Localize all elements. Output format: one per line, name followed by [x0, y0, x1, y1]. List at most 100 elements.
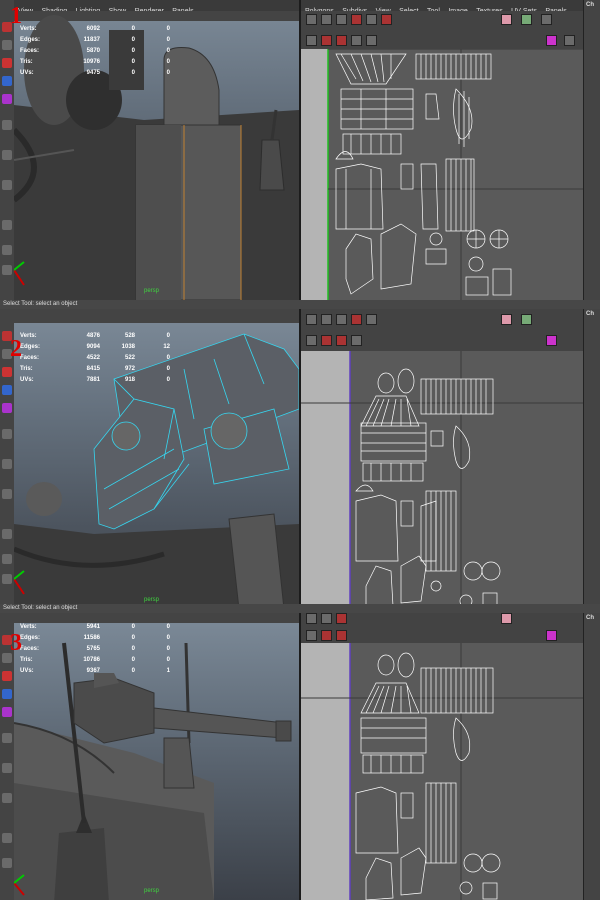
tool-icon[interactable]: [2, 793, 12, 803]
tool-icon[interactable]: [2, 763, 12, 773]
uv-tool-icon[interactable]: [306, 630, 317, 641]
tool-icon[interactable]: [2, 574, 12, 584]
panel-3: 3 Verts: 5941 0 0 Edges: 11586 0 0 Faces…: [0, 613, 600, 900]
uv-editor[interactable]: [301, 613, 584, 900]
uv-tool-icon[interactable]: [546, 630, 557, 641]
uv-tool-icon[interactable]: [546, 335, 557, 346]
uv-tool-icon[interactable]: [351, 35, 362, 46]
uv-layout: [301, 351, 584, 609]
uv-tool-icon[interactable]: [336, 35, 347, 46]
tool-icon[interactable]: [2, 150, 12, 160]
tool-icon[interactable]: [2, 220, 12, 230]
status-line: Select Tool: select an object: [0, 300, 600, 309]
move-icon[interactable]: [2, 671, 12, 681]
lasso-icon[interactable]: [2, 40, 12, 50]
uv-tool-icon[interactable]: [321, 335, 332, 346]
viewport[interactable]: View Shading Lighting Show Renderer Pane…: [14, 0, 299, 300]
uv-tool-icon[interactable]: [351, 314, 362, 325]
channel-box-label: Ch: [586, 2, 594, 8]
uv-tool-icon[interactable]: [366, 14, 377, 25]
tool-icon[interactable]: [2, 459, 12, 469]
uv-editor[interactable]: [301, 309, 584, 609]
panel-2: 2 Verts: 4876 528 0 Edges: 9094 1038 12 …: [0, 309, 600, 609]
uv-tool-icon[interactable]: [336, 314, 347, 325]
uv-tool-icon[interactable]: [306, 35, 317, 46]
uv-tool-icon[interactable]: [321, 14, 332, 25]
camera-label: persp: [144, 888, 160, 894]
uv-tool-icon[interactable]: [501, 14, 512, 25]
uv-tool-icon[interactable]: [501, 613, 512, 624]
viewport[interactable]: Verts: 5941 0 0 Edges: 11586 0 0 Faces: 5765 0 0 …: [14, 613, 299, 900]
tool-icon[interactable]: [2, 120, 12, 130]
move-icon[interactable]: [2, 58, 12, 68]
stat-row: Edges: 11586 0 0: [20, 635, 170, 641]
uv-tool-icon[interactable]: [321, 35, 332, 46]
status-text: Select Tool: select an object: [3, 605, 78, 611]
uv-tool-icon[interactable]: [336, 630, 347, 641]
panel-number: 2: [10, 336, 22, 362]
uv-tool-icon[interactable]: [564, 35, 575, 46]
channel-box-label: Ch: [586, 311, 594, 317]
tool-icon[interactable]: [2, 529, 12, 539]
status-line: Select Tool: select an object: [0, 604, 600, 613]
uv-tool-icon[interactable]: [321, 630, 332, 641]
uv-tool-icon[interactable]: [366, 35, 377, 46]
tool-icon[interactable]: [2, 858, 12, 868]
uv-layout: [301, 49, 584, 300]
uv-tool-icon[interactable]: [306, 613, 317, 624]
stat-row: Verts: 4876 528 0: [20, 333, 170, 339]
poly-count-hud: Verts: 5941 0 0 Edges: 11586 0 0 Faces: 5765 0 0 …: [20, 622, 170, 677]
uv-toolbar: [301, 309, 584, 351]
rotate-icon[interactable]: [2, 76, 12, 86]
uv-tool-icon[interactable]: [306, 314, 317, 325]
uv-tool-icon[interactable]: [321, 314, 332, 325]
uv-tool-icon[interactable]: [541, 14, 552, 25]
stat-row: Verts: 6092 0 0: [20, 26, 170, 32]
move-icon[interactable]: [2, 367, 12, 377]
left-toolbox: [0, 0, 15, 300]
stat-row: Faces: 5765 0 0: [20, 646, 170, 652]
viewport[interactable]: Verts: 4876 528 0 Edges: 9094 1038 12 Faces: 45…: [14, 309, 299, 609]
uv-tool-icon[interactable]: [501, 314, 512, 325]
scale-icon[interactable]: [2, 707, 12, 717]
tool-icon[interactable]: [2, 833, 12, 843]
tool-icon[interactable]: [2, 265, 12, 275]
tool-icon[interactable]: [2, 180, 12, 190]
rotate-icon[interactable]: [2, 385, 12, 395]
scale-icon[interactable]: [2, 403, 12, 413]
uv-tool-icon[interactable]: [336, 14, 347, 25]
stat-row: Verts: 5941 0 0: [20, 624, 170, 630]
tool-icon[interactable]: [2, 429, 12, 439]
uv-tool-icon[interactable]: [381, 14, 392, 25]
tool-icon[interactable]: [2, 733, 12, 743]
tool-icon[interactable]: [2, 489, 12, 499]
tool-icon[interactable]: [2, 245, 12, 255]
uv-tool-icon[interactable]: [306, 14, 317, 25]
tool-icon[interactable]: [2, 554, 12, 564]
uv-tool-icon[interactable]: [336, 613, 347, 624]
stat-row: Faces: 5870 0 0: [20, 48, 170, 54]
uv-tool-icon[interactable]: [321, 613, 332, 624]
uv-tool-icon[interactable]: [546, 35, 557, 46]
uv-tool-icon[interactable]: [366, 314, 377, 325]
uv-tool-icon[interactable]: [521, 14, 532, 25]
panel-1: 1 View Shading Lighting Show Renderer Pa…: [0, 0, 600, 300]
panel-number: 3: [10, 630, 22, 656]
poly-count-hud: Verts: 4876 528 0 Edges: 9094 1038 12 Faces: 45…: [20, 331, 170, 386]
channel-box[interactable]: Ch: [583, 309, 600, 609]
uv-tool-icon[interactable]: [336, 335, 347, 346]
uv-editor[interactable]: Polygons Subdivs View Select Tool Image …: [301, 0, 584, 300]
channel-box[interactable]: Ch: [583, 613, 600, 900]
scale-icon[interactable]: [2, 94, 12, 104]
uv-tool-icon[interactable]: [351, 335, 362, 346]
uv-tool-icon[interactable]: [306, 335, 317, 346]
stat-row: UVs: 9367 0 1: [20, 668, 170, 674]
uv-tool-icon[interactable]: [351, 14, 362, 25]
uv-tool-icon[interactable]: [521, 314, 532, 325]
stat-row: UVs: 9475 0 0: [20, 70, 170, 76]
rotate-icon[interactable]: [2, 689, 12, 699]
stat-row: Edges: 11837 0 0: [20, 37, 170, 43]
uv-layout: [301, 643, 584, 900]
channel-box[interactable]: Ch: [583, 0, 600, 300]
stat-row: UVs: 7881 918 0: [20, 377, 170, 383]
